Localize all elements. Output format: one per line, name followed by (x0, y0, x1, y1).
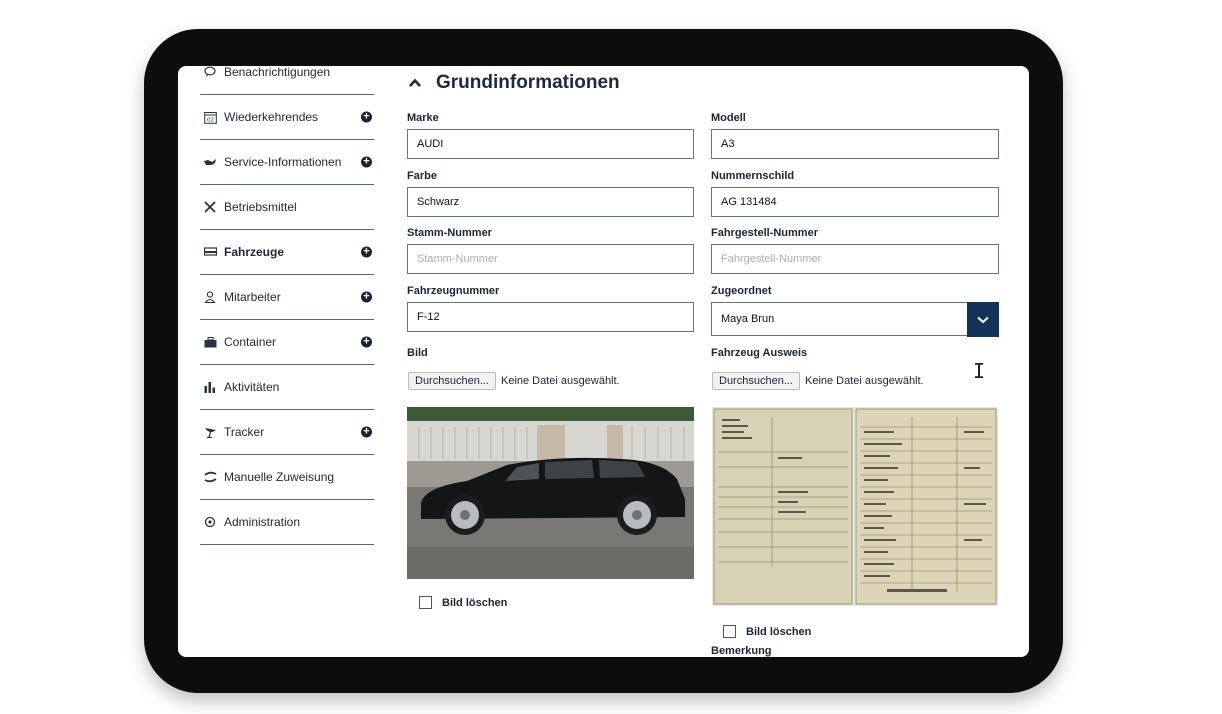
person-icon (203, 290, 217, 304)
add-icon[interactable]: + (361, 291, 372, 303)
sidebar-item-wiederkehrendes[interactable]: 02 Wiederkehrendes + (200, 95, 374, 140)
vehicle-registration-photo (712, 407, 998, 606)
sidebar-item-mitarbeiter[interactable]: Mitarbeiter + (200, 275, 374, 320)
bemerkung-label: Bemerkung (711, 645, 772, 657)
add-icon[interactable]: + (361, 246, 372, 258)
text-cursor-icon: I (973, 359, 986, 383)
bild-loeschen-label: Bild löschen (442, 596, 508, 609)
modell-label: Modell (711, 112, 746, 124)
stamm-nummer-label: Stamm-Nummer (407, 227, 492, 239)
sidebar-item-label: Fahrzeuge (224, 245, 285, 259)
add-icon[interactable]: + (361, 156, 372, 168)
bild-no-file-text: Keine Datei ausgewählt. (500, 375, 620, 387)
speech-bubble-icon (203, 66, 217, 79)
chevron-up-icon (409, 78, 421, 87)
sidebar-item-betriebsmittel[interactable]: Betriebsmittel (200, 185, 374, 230)
add-icon[interactable]: + (361, 426, 372, 438)
sidebar-item-container[interactable]: Container + (200, 320, 374, 365)
sidebar-item-label: Tracker (224, 425, 265, 439)
checkbox[interactable] (723, 625, 736, 638)
car-photo (407, 407, 694, 579)
stamm-nummer-input[interactable]: Stamm-Nummer (407, 244, 694, 274)
fahrzeug-ausweis-label: Fahrzeug Ausweis (711, 347, 808, 359)
section-title: Grundinformationen (436, 72, 620, 93)
checkbox[interactable] (419, 596, 432, 609)
ausweis-file-input[interactable]: Durchsuchen... Keine Datei ausgewählt. (712, 372, 924, 390)
farbe-input[interactable]: Schwarz (407, 187, 694, 217)
add-icon[interactable]: + (361, 336, 372, 348)
marke-input[interactable]: AUDI (407, 129, 694, 159)
nummernschild-label: Nummernschild (711, 170, 795, 182)
fahrgestell-nummer-input[interactable]: Fahrgestell-Nummer (711, 244, 999, 274)
zugeordnet-label: Zugeordnet (711, 285, 772, 297)
bild-label: Bild (407, 347, 428, 359)
oil-can-icon (203, 155, 217, 169)
swap-icon (203, 470, 217, 484)
sidebar-item-tracker[interactable]: Tracker + (200, 410, 374, 455)
gear-icon (203, 515, 217, 529)
bild-browse-button[interactable]: Durchsuchen... (408, 372, 496, 390)
fahrgestell-nummer-label: Fahrgestell-Nummer (711, 227, 818, 239)
vehicle-icon (203, 245, 217, 259)
sidebar-item-label: Wiederkehrendes (224, 110, 319, 124)
nummernschild-input[interactable]: AG 131484 (711, 187, 999, 217)
marke-label: Marke (407, 112, 439, 124)
dropdown-button[interactable] (967, 302, 999, 337)
sidebar-item-benachrichtigungen[interactable]: Benachrichtigungen (200, 66, 374, 95)
bild-file-input[interactable]: Durchsuchen... Keine Datei ausgewählt. (408, 372, 620, 390)
zugeordnet-select[interactable]: Maya Brun (711, 302, 999, 337)
sidebar-item-label: Betriebsmittel (224, 200, 297, 214)
ausweis-bild-loeschen-checkbox[interactable]: Bild löschen (723, 625, 811, 638)
modell-input[interactable]: A3 (711, 129, 999, 159)
sidebar-item-label: Mitarbeiter (224, 290, 281, 304)
svg-text:02: 02 (207, 117, 214, 123)
calendar-icon: 02 (203, 110, 217, 124)
ausweis-no-file-text: Keine Datei ausgewählt. (804, 375, 924, 387)
bar-chart-icon (203, 380, 217, 394)
sidebar-item-fahrzeuge[interactable]: Fahrzeuge + (200, 230, 374, 275)
section-header[interactable]: Grundinformationen (408, 72, 620, 94)
ausweis-bild-loeschen-label: Bild löschen (746, 625, 812, 638)
add-icon[interactable]: + (361, 111, 372, 123)
sidebar-item-label: Aktivitäten (224, 380, 280, 394)
sidebar-item-service-informationen[interactable]: Service-Informationen + (200, 140, 374, 185)
zugeordnet-value: Maya Brun (721, 313, 775, 325)
bild-loeschen-checkbox[interactable]: Bild löschen (419, 596, 507, 609)
sidebar-item-label: Administration (224, 515, 301, 529)
app-screen: Benachrichtigungen 02 Wiederkehrendes + … (178, 66, 1029, 657)
ausweis-browse-button[interactable]: Durchsuchen... (712, 372, 800, 390)
sidebar-item-manuelle-zuweisung[interactable]: Manuelle Zuweisung (200, 455, 374, 500)
sidebar-item-label: Container (224, 335, 277, 349)
fahrzeugnummer-input[interactable]: F-12 (407, 302, 694, 332)
sidebar-item-label: Manuelle Zuweisung (224, 470, 335, 484)
sidebar-item-label: Service-Informationen (224, 155, 342, 169)
sidebar-item-label: Benachrichtigungen (224, 66, 331, 79)
farbe-label: Farbe (407, 170, 437, 182)
sidebar-item-aktivitaeten[interactable]: Aktivitäten (200, 365, 374, 410)
satellite-icon (203, 425, 217, 439)
tools-icon (203, 200, 217, 214)
fahrzeugnummer-label: Fahrzeugnummer (407, 285, 500, 297)
briefcase-icon (203, 335, 217, 349)
sidebar-item-administration[interactable]: Administration (200, 500, 374, 545)
chevron-down-icon (977, 316, 989, 323)
